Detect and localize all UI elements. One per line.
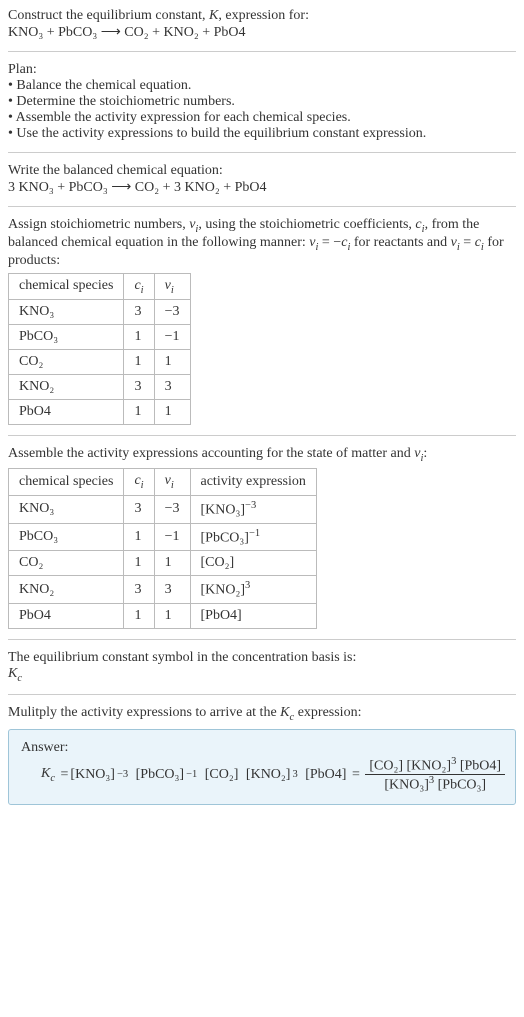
plan-section: Plan: • Balance the chemical equation. •… bbox=[8, 62, 516, 142]
col-species: chemical species bbox=[9, 273, 124, 300]
header-section: Construct the equilibrium constant, K, e… bbox=[8, 8, 516, 41]
answer-label: Answer: bbox=[21, 740, 503, 756]
table-row: KNO₃ 3 −3 bbox=[9, 300, 191, 325]
divider bbox=[8, 51, 516, 52]
table-row: PbO4 1 1 [PbO4] bbox=[9, 603, 317, 628]
cell-vi: 1 bbox=[154, 603, 190, 628]
plan-item: • Balance the chemical equation. bbox=[8, 78, 516, 94]
cell-species: PbO4 bbox=[9, 400, 124, 425]
table-header-row: chemical species ci νi activity expressi… bbox=[9, 469, 317, 496]
cell-ci: 3 bbox=[124, 375, 154, 400]
col-species: chemical species bbox=[9, 469, 124, 496]
table-row: KNO₂ 3 3 bbox=[9, 375, 191, 400]
cell-vi: −3 bbox=[154, 495, 190, 523]
cell-vi: 1 bbox=[154, 400, 190, 425]
cell-ci: 1 bbox=[124, 350, 154, 375]
col-vi: νi bbox=[154, 469, 190, 496]
title-line: Construct the equilibrium constant, K, e… bbox=[8, 8, 516, 24]
table-row: KNO₃ 3 −3 [KNO₃]−3 bbox=[9, 495, 317, 523]
cell-expr: [CO₂] bbox=[190, 551, 316, 576]
table-row: PbCO₃ 1 −1 bbox=[9, 325, 191, 350]
activity-section: Assemble the activity expressions accoun… bbox=[8, 446, 516, 629]
plan-heading: Plan: bbox=[8, 62, 516, 78]
col-ci: ci bbox=[124, 469, 154, 496]
col-ci: ci bbox=[124, 273, 154, 300]
cell-species: KNO₃ bbox=[9, 495, 124, 523]
divider bbox=[8, 206, 516, 207]
balanced-section: Write the balanced chemical equation: 3 … bbox=[8, 163, 516, 196]
col-vi: νi bbox=[154, 273, 190, 300]
ksymbol-value: Kc bbox=[8, 666, 516, 684]
cell-ci: 3 bbox=[124, 300, 154, 325]
cell-vi: −1 bbox=[154, 523, 190, 551]
table-row: PbCO₃ 1 −1 [PbCO₃]−1 bbox=[9, 523, 317, 551]
final-intro: Mulitply the activity expressions to arr… bbox=[8, 705, 516, 723]
cell-ci: 1 bbox=[124, 400, 154, 425]
ksymbol-intro: The equilibrium constant symbol in the c… bbox=[8, 650, 516, 666]
cell-species: PbCO₃ bbox=[9, 325, 124, 350]
plan-item: • Determine the stoichiometric numbers. bbox=[8, 94, 516, 110]
divider bbox=[8, 639, 516, 640]
stoich-table: chemical species ci νi KNO₃ 3 −3 PbCO₃ 1… bbox=[8, 273, 191, 426]
cell-ci: 1 bbox=[124, 551, 154, 576]
col-expr: activity expression bbox=[190, 469, 316, 496]
balanced-heading: Write the balanced chemical equation: bbox=[8, 163, 516, 179]
cell-species: PbCO₃ bbox=[9, 523, 124, 551]
cell-ci: 3 bbox=[124, 576, 154, 604]
plan-item: • Assemble the activity expression for e… bbox=[8, 110, 516, 126]
cell-ci: 1 bbox=[124, 325, 154, 350]
cell-vi: −1 bbox=[154, 325, 190, 350]
fraction: [CO₂] [KNO₂]3 [PbO4] [KNO₃]3 [PbCO₃] bbox=[365, 756, 505, 794]
unbalanced-equation: KNO₃ + PbCO₃ ⟶ CO₂ + KNO₂ + PbO4 bbox=[8, 24, 516, 41]
answer-expression: Kc = [KNO₃]−3 [PbCO₃]−1 [CO₂] [KNO₂]3 [P… bbox=[21, 756, 503, 794]
cell-vi: 1 bbox=[154, 551, 190, 576]
cell-ci: 3 bbox=[124, 495, 154, 523]
cell-species: KNO₂ bbox=[9, 576, 124, 604]
cell-ci: 1 bbox=[124, 523, 154, 551]
stoich-intro: Assign stoichiometric numbers, νi, using… bbox=[8, 217, 516, 269]
divider bbox=[8, 435, 516, 436]
cell-expr: [PbCO₃]−1 bbox=[190, 523, 316, 551]
cell-species: KNO₂ bbox=[9, 375, 124, 400]
ksymbol-section: The equilibrium constant symbol in the c… bbox=[8, 650, 516, 684]
cell-vi: 3 bbox=[154, 576, 190, 604]
table-row: CO₂ 1 1 [CO₂] bbox=[9, 551, 317, 576]
stoich-section: Assign stoichiometric numbers, νi, using… bbox=[8, 217, 516, 425]
table-row: CO₂ 1 1 bbox=[9, 350, 191, 375]
cell-expr: [KNO₂]3 bbox=[190, 576, 316, 604]
cell-expr: [KNO₃]−3 bbox=[190, 495, 316, 523]
activity-intro: Assemble the activity expressions accoun… bbox=[8, 446, 516, 464]
final-section: Mulitply the activity expressions to arr… bbox=[8, 705, 516, 805]
cell-ci: 1 bbox=[124, 603, 154, 628]
cell-species: CO₂ bbox=[9, 551, 124, 576]
cell-species: PbO4 bbox=[9, 603, 124, 628]
divider bbox=[8, 152, 516, 153]
table-row: KNO₂ 3 3 [KNO₂]3 bbox=[9, 576, 317, 604]
answer-box: Answer: Kc = [KNO₃]−3 [PbCO₃]−1 [CO₂] [K… bbox=[8, 729, 516, 805]
activity-table: chemical species ci νi activity expressi… bbox=[8, 468, 317, 629]
cell-species: CO₂ bbox=[9, 350, 124, 375]
cell-vi: 3 bbox=[154, 375, 190, 400]
table-header-row: chemical species ci νi bbox=[9, 273, 191, 300]
divider bbox=[8, 694, 516, 695]
plan-item: • Use the activity expressions to build … bbox=[8, 126, 516, 142]
cell-vi: 1 bbox=[154, 350, 190, 375]
cell-species: KNO₃ bbox=[9, 300, 124, 325]
cell-vi: −3 bbox=[154, 300, 190, 325]
cell-expr: [PbO4] bbox=[190, 603, 316, 628]
balanced-equation: 3 KNO₃ + PbCO₃ ⟶ CO₂ + 3 KNO₂ + PbO4 bbox=[8, 179, 516, 196]
table-row: PbO4 1 1 bbox=[9, 400, 191, 425]
